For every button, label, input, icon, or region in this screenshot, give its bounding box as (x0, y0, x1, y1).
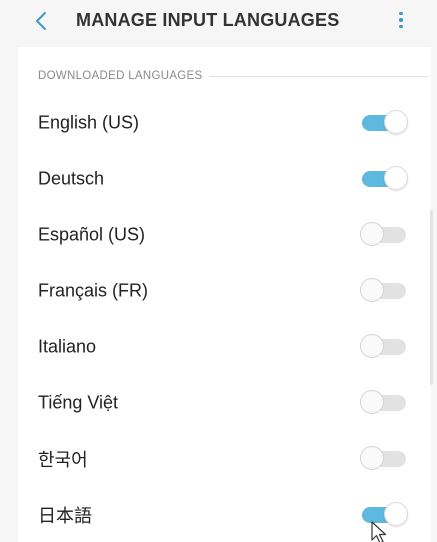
language-row-francais-fr[interactable]: Français (FR) (18, 263, 431, 319)
language-label: Tiếng Việt (38, 392, 119, 413)
language-row-korean[interactable]: 한국어 (18, 431, 431, 487)
switch-thumb (360, 334, 384, 358)
language-row-deutsch[interactable]: Deutsch (18, 151, 431, 207)
language-toggle-switch[interactable] (360, 502, 408, 528)
switch-thumb (384, 110, 408, 134)
switch-thumb (360, 222, 384, 246)
section-divider (210, 75, 428, 77)
language-toggle-switch[interactable] (360, 110, 408, 136)
more-options-button[interactable] (390, 6, 412, 34)
language-row-japanese[interactable]: 日本語 (18, 487, 431, 542)
section-header: DOWNLOADED LANGUAGES (38, 69, 428, 83)
more-dot (399, 24, 403, 29)
more-vertical-icon (399, 11, 403, 16)
language-toggle-switch[interactable] (360, 278, 408, 304)
chevron-left-icon (36, 12, 46, 30)
scrollbar[interactable] (430, 210, 433, 385)
switch-thumb (384, 502, 408, 526)
language-label: Français (FR) (38, 280, 149, 301)
switch-thumb (360, 446, 384, 470)
page-title: MANAGE INPUT LANGUAGES (76, 10, 340, 30)
language-row-italiano[interactable]: Italiano (18, 319, 431, 375)
manage-input-languages-screen: MANAGE INPUT LANGUAGES DOWNLOADED LANGUA… (0, 0, 437, 542)
language-label: Deutsch (38, 168, 105, 189)
settings-list: DOWNLOADED LANGUAGES English (US) Deutsc… (18, 47, 431, 542)
app-bar: MANAGE INPUT LANGUAGES (0, 0, 437, 44)
language-toggle-switch[interactable] (360, 334, 408, 360)
language-row-tieng-viet[interactable]: Tiếng Việt (18, 375, 431, 431)
language-toggle-switch[interactable] (360, 446, 408, 472)
switch-thumb (360, 390, 384, 414)
language-row-espanol-us[interactable]: Español (US) (18, 207, 431, 263)
language-toggle-switch[interactable] (360, 222, 408, 248)
language-toggle-switch[interactable] (360, 166, 408, 192)
section-header-label: DOWNLOADED LANGUAGES (38, 70, 203, 82)
language-row-english-us[interactable]: English (US) (18, 95, 431, 151)
language-label: English (US) (38, 112, 140, 133)
language-label: 한국어 (38, 450, 88, 470)
language-label: Italiano (38, 336, 97, 357)
switch-thumb (360, 278, 384, 302)
language-label: Español (US) (38, 224, 146, 245)
language-toggle-switch[interactable] (360, 390, 408, 416)
language-label: 日本語 (38, 506, 92, 526)
switch-thumb (384, 166, 408, 190)
back-button[interactable] (28, 8, 54, 34)
more-dot (399, 18, 403, 22)
